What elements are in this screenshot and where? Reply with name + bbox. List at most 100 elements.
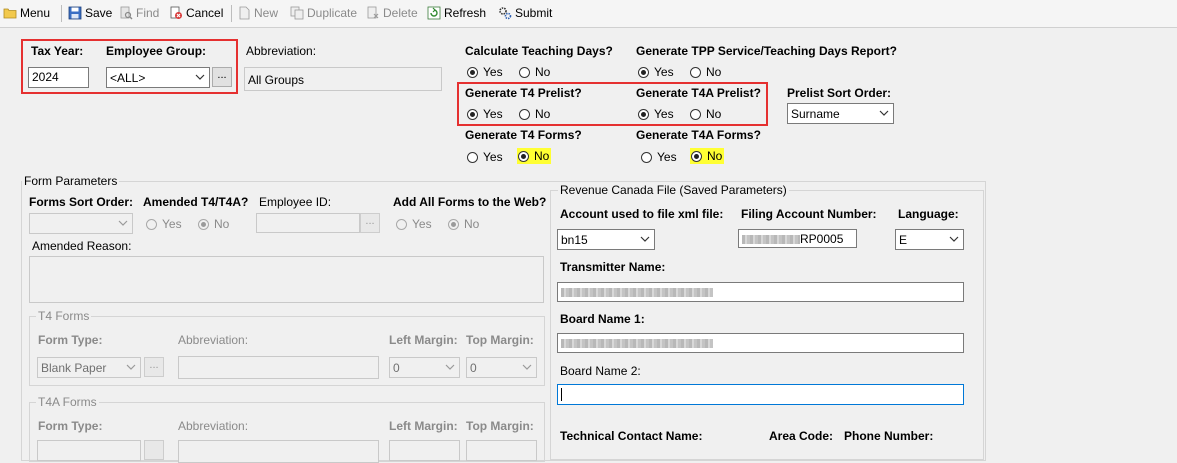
delete-label: Delete <box>383 6 418 20</box>
gen-t4-forms-label: Generate T4 Forms? <box>465 128 582 142</box>
radio-label: Yes <box>654 65 674 79</box>
phone-number-label: Phone Number: <box>844 429 934 443</box>
t4-top-margin-label: Top Margin: <box>466 333 534 347</box>
gen-t4-prelist-label: Generate T4 Prelist? <box>465 86 582 100</box>
toolbar-separator <box>61 5 62 22</box>
t4a-top-margin-select[interactable] <box>466 440 537 461</box>
gen-t4-forms-yes-radio[interactable]: Yes <box>467 150 503 164</box>
chevron-down-icon <box>118 220 128 226</box>
gen-tpp-report-yes-radio[interactable]: Yes <box>638 65 674 79</box>
radio-label: Yes <box>483 150 503 164</box>
t4a-form-type-label: Form Type: <box>38 419 103 433</box>
duplicate-button[interactable]: Duplicate <box>290 5 357 21</box>
t4a-form-type-select[interactable] <box>37 440 141 461</box>
new-button[interactable]: New <box>237 5 278 21</box>
submit-button[interactable]: Submit <box>498 5 552 21</box>
gen-t4a-forms-yes-radio[interactable]: Yes <box>641 150 677 164</box>
t4-abbreviation-label: Abbreviation: <box>178 333 249 347</box>
chevron-down-icon <box>879 110 889 116</box>
t4a-left-margin-select[interactable] <box>389 440 460 461</box>
add-all-web-yes-radio[interactable]: Yes <box>396 217 432 231</box>
t4a-abbreviation-label: Abbreviation: <box>178 419 249 433</box>
gen-t4-forms-no-radio[interactable]: No <box>517 148 552 164</box>
t4-form-type-lookup-button[interactable]: ... <box>144 357 164 377</box>
employee-id-input[interactable] <box>256 213 360 233</box>
menu-button[interactable]: Menu <box>3 5 50 21</box>
amended-reason-textarea[interactable] <box>29 256 544 303</box>
submit-label: Submit <box>515 6 553 20</box>
add-all-web-no-radio[interactable]: No <box>448 217 479 231</box>
t4a-form-type-lookup-button[interactable] <box>144 440 164 460</box>
t4-top-margin-select[interactable]: 0 <box>466 357 537 378</box>
text-cursor <box>561 388 562 402</box>
delete-button[interactable]: Delete <box>366 5 418 21</box>
radio-dot <box>694 153 699 159</box>
board-name-2-input[interactable] <box>557 384 964 405</box>
employee-id-lookup-button[interactable]: ... <box>360 213 380 233</box>
amended-yes-radio[interactable]: Yes <box>146 217 182 231</box>
calc-teaching-days-no-radio[interactable]: No <box>519 65 550 79</box>
save-button[interactable]: Save <box>68 5 112 21</box>
redacted-text <box>561 339 713 349</box>
find-button[interactable]: Find <box>119 5 159 21</box>
t4a-forms-title: T4A Forms <box>36 395 99 409</box>
tech-contact-label: Technical Contact Name: <box>560 429 703 443</box>
chevron-down-icon <box>445 364 455 370</box>
radio-dot <box>641 69 646 75</box>
amended-no-radio[interactable]: No <box>198 217 229 231</box>
area-code-label: Area Code: <box>769 429 834 443</box>
prelist-sort-select[interactable]: Surname <box>787 103 894 124</box>
tax-year-label: Tax Year: <box>31 44 84 58</box>
radio-label: No <box>535 107 551 121</box>
radio-label: Yes <box>412 217 432 231</box>
find-icon <box>120 6 133 20</box>
chevron-down-icon <box>949 236 959 242</box>
radio-circle <box>690 108 701 120</box>
refresh-icon <box>427 6 441 20</box>
save-icon <box>68 6 82 20</box>
add-all-web-label: Add All Forms to the Web? <box>393 195 547 209</box>
tax-year-input[interactable]: 2024 <box>28 67 89 88</box>
t4-form-type-select[interactable]: Blank Paper <box>37 357 141 378</box>
radio-circle <box>467 66 478 78</box>
amended-label: Amended T4/T4A? <box>143 195 249 209</box>
radio-label: No <box>706 65 722 79</box>
t4-top-margin-value: 0 <box>470 361 477 375</box>
t4-left-margin-select[interactable]: 0 <box>389 357 460 378</box>
employee-id-label: Employee ID: <box>259 195 332 209</box>
calc-teaching-days-yes-radio[interactable]: Yes <box>467 65 503 79</box>
cancel-icon <box>170 6 182 19</box>
gen-t4a-prelist-yes-radio[interactable]: Yes <box>638 107 674 121</box>
language-select[interactable]: E <box>895 229 964 250</box>
save-label: Save <box>85 6 113 20</box>
board-name-1-input[interactable] <box>557 333 964 353</box>
filing-account-input[interactable]: RP0005 <box>738 229 857 248</box>
t4-form-type-value: Blank Paper <box>41 361 107 375</box>
account-select[interactable]: bn15 <box>557 229 655 250</box>
gen-t4a-forms-no-radio[interactable]: No <box>690 148 725 164</box>
prelist-sort-value: Surname <box>791 107 840 121</box>
t4-left-margin-value: 0 <box>393 361 400 375</box>
radio-circle <box>198 218 209 230</box>
gen-tpp-report-no-radio[interactable]: No <box>690 65 721 79</box>
amended-reason-label: Amended Reason: <box>32 239 132 253</box>
employee-group-select[interactable]: <ALL> <box>106 67 210 88</box>
transmitter-name-input[interactable] <box>557 282 964 302</box>
forms-sort-order-select[interactable] <box>29 213 133 234</box>
duplicate-label: Duplicate <box>307 6 358 20</box>
radio-label: Yes <box>162 217 182 231</box>
radio-label: Yes <box>483 107 503 121</box>
filing-account-value: RP0005 <box>800 232 844 246</box>
abbreviation-field: All Groups <box>244 67 442 91</box>
gen-t4a-prelist-no-radio[interactable]: No <box>690 107 721 121</box>
gen-t4-prelist-yes-radio[interactable]: Yes <box>467 107 503 121</box>
employee-group-lookup-button[interactable]: ... <box>212 67 232 87</box>
radio-label: Yes <box>483 65 503 79</box>
gen-t4-prelist-no-radio[interactable]: No <box>519 107 550 121</box>
radio-circle <box>641 151 652 163</box>
chevron-down-icon <box>522 364 532 370</box>
radio-label: No <box>464 217 480 231</box>
revenue-canada-title: Revenue Canada File (Saved Parameters) <box>558 183 789 197</box>
refresh-button[interactable]: Refresh <box>427 5 486 21</box>
cancel-button[interactable]: Cancel <box>169 5 223 21</box>
